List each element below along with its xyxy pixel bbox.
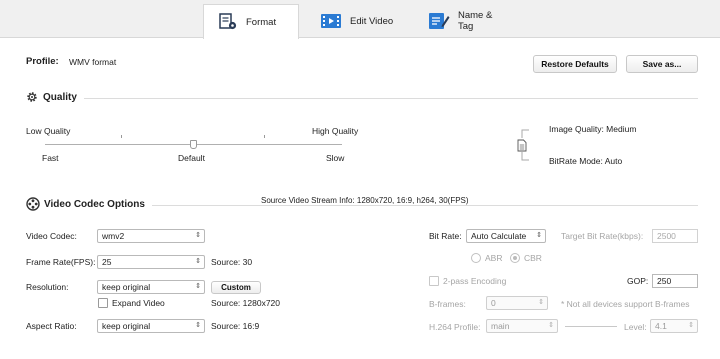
abr-label: ABR xyxy=(485,253,503,263)
two-pass-label: 2-pass Encoding xyxy=(443,276,507,286)
profile-level-connector xyxy=(565,326,617,327)
edit-video-icon xyxy=(321,14,341,28)
document-icon xyxy=(517,139,527,152)
gop-label: GOP: xyxy=(627,276,649,286)
expand-video-label: Expand Video xyxy=(112,298,165,308)
b-frames-value: 0 xyxy=(491,298,496,308)
b-frames-select[interactable]: 0 ⇕ xyxy=(486,296,548,310)
fast-label: Fast xyxy=(42,153,59,163)
save-as-button[interactable]: Save as... xyxy=(626,55,698,73)
profile-value: WMV format xyxy=(69,57,117,67)
aspect-ratio-select[interactable]: keep original ⇕ xyxy=(97,319,205,333)
high-quality-label: High Quality xyxy=(312,126,359,136)
quality-slider-thumb[interactable] xyxy=(190,140,197,149)
chevron-updown-icon: ⇕ xyxy=(195,232,201,239)
codec-title: Video Codec Options xyxy=(44,199,145,210)
chevron-updown-icon: ⇕ xyxy=(548,322,554,329)
level-label: Level: xyxy=(624,322,647,332)
source-stream-info: Source Video Stream Info: 1280x720, 16:9… xyxy=(259,196,471,205)
chevron-updown-icon: ⇕ xyxy=(195,258,201,265)
level-select[interactable]: 4.1 ⇕ xyxy=(650,319,698,333)
aspect-ratio-value: keep original xyxy=(102,321,151,331)
frame-rate-select[interactable]: 25 ⇕ xyxy=(97,255,205,269)
tab-format[interactable]: Format xyxy=(203,4,299,39)
frame-rate-value: 25 xyxy=(102,257,112,267)
cbr-label: CBR xyxy=(524,253,542,263)
aspect-ratio-source: Source: 16:9 xyxy=(211,321,260,331)
chevron-updown-icon: ⇕ xyxy=(688,322,694,329)
tab-edit-video-label: Edit Video xyxy=(350,15,394,27)
low-quality-label: Low Quality xyxy=(26,126,71,136)
slow-label: Slow xyxy=(326,153,345,163)
two-pass-checkbox[interactable] xyxy=(429,276,439,286)
name-tag-icon xyxy=(429,13,450,29)
target-bit-rate-input[interactable]: 2500 xyxy=(652,229,698,243)
slider-tick xyxy=(121,135,122,138)
format-icon xyxy=(219,13,237,30)
expand-video-checkbox[interactable] xyxy=(98,298,108,308)
profile-label: Profile: xyxy=(26,56,59,67)
h264-profile-value: main xyxy=(491,321,510,331)
h264-profile-label: H.264 Profile: xyxy=(429,322,481,332)
aspect-ratio-label: Aspect Ratio: xyxy=(26,321,77,331)
quality-title: Quality xyxy=(43,92,77,103)
gear-icon xyxy=(27,92,37,102)
bit-rate-value: Auto Calculate xyxy=(471,231,527,241)
bit-rate-select[interactable]: Auto Calculate ⇕ xyxy=(466,229,546,243)
bit-rate-label: Bit Rate: xyxy=(429,231,462,241)
b-frames-note: * Not all devices support B-frames xyxy=(561,299,690,309)
restore-defaults-button[interactable]: Restore Defaults xyxy=(533,55,617,73)
gop-input[interactable]: 250 xyxy=(652,274,698,288)
tab-edit-video[interactable]: Edit Video xyxy=(306,4,408,38)
chevron-updown-icon: ⇕ xyxy=(536,232,542,239)
target-bit-rate-label: Target Bit Rate(kbps): xyxy=(561,231,644,241)
resolution-label: Resolution: xyxy=(26,282,69,292)
custom-button[interactable]: Custom xyxy=(211,281,261,294)
resolution-source: Source: 1280x720 xyxy=(211,298,280,308)
frame-rate-label: Frame Rate(FPS): xyxy=(26,257,96,267)
h264-profile-select[interactable]: main ⇕ xyxy=(486,319,558,333)
video-codec-select[interactable]: wmv2 ⇕ xyxy=(97,229,205,243)
chevron-updown-icon: ⇕ xyxy=(538,299,544,306)
video-codec-label: Video Codec: xyxy=(26,231,77,241)
abr-radio[interactable] xyxy=(471,253,481,263)
b-frames-label: B-frames: xyxy=(429,299,466,309)
tab-format-label: Format xyxy=(246,16,277,28)
tab-name-tag[interactable]: Name & Tag xyxy=(414,4,524,38)
image-quality-info: Image Quality: Medium xyxy=(549,124,637,134)
cbr-radio-dot xyxy=(513,256,517,260)
quality-divider xyxy=(84,98,698,99)
chevron-updown-icon: ⇕ xyxy=(195,322,201,329)
chevron-updown-icon: ⇕ xyxy=(195,283,201,290)
cbr-radio[interactable] xyxy=(510,253,520,263)
film-reel-icon xyxy=(26,197,40,211)
video-codec-value: wmv2 xyxy=(102,231,125,241)
frame-rate-source: Source: 30 xyxy=(211,257,253,267)
bitrate-mode-info: BitRate Mode: Auto xyxy=(549,156,623,166)
default-label: Default xyxy=(178,153,205,163)
slider-tick xyxy=(264,135,265,138)
tab-name-tag-label: Name & Tag xyxy=(458,10,493,32)
codec-divider xyxy=(152,205,698,206)
resolution-value: keep original xyxy=(102,282,151,292)
resolution-select[interactable]: keep original ⇕ xyxy=(97,280,205,294)
level-value: 4.1 xyxy=(655,321,667,331)
tab-bar: Format Edit Video Name & Tag xyxy=(0,0,720,39)
